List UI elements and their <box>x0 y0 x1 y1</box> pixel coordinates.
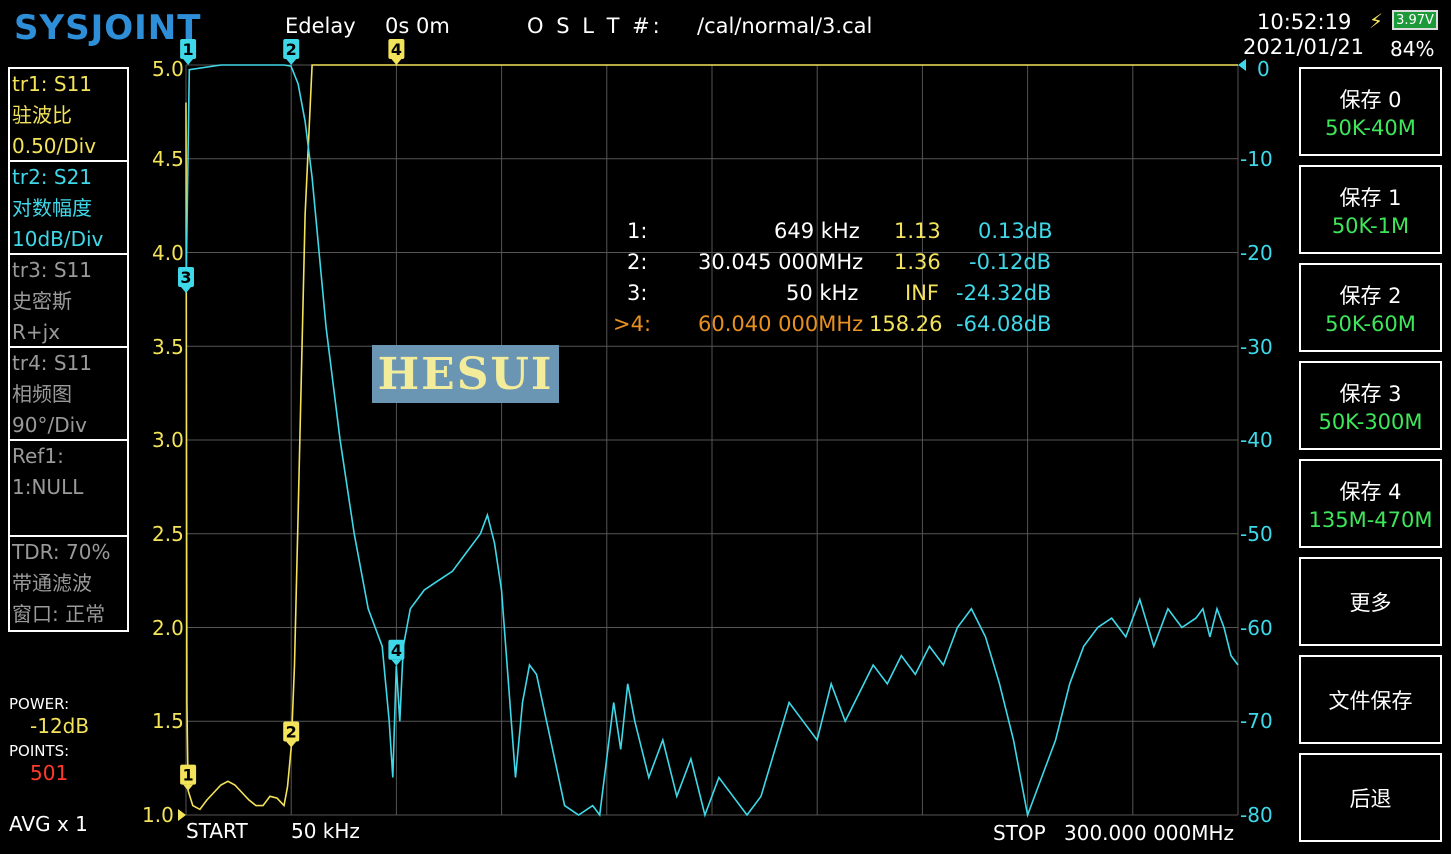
marker-flag-label: 1 <box>183 40 194 59</box>
start-value: 50 kHz <box>291 819 360 843</box>
save-0-button[interactable]: 保存 0 50K-40M <box>1299 67 1442 156</box>
marker1-db: 0.13dB <box>978 219 1053 243</box>
marker-flag-3: 3 <box>178 267 194 293</box>
save-4-button[interactable]: 保存 4 135M-470M <box>1299 459 1442 548</box>
save-3-button[interactable]: 保存 3 50K-300M <box>1299 361 1442 450</box>
marker-flag-label: 3 <box>180 268 191 287</box>
more-button[interactable]: 更多 <box>1299 557 1442 646</box>
marker-flag-label: 2 <box>286 723 297 742</box>
button-sublabel: 50K-60M <box>1325 311 1416 336</box>
marker1-vswr: 1.13 <box>894 219 941 243</box>
marker-flag-label: 1 <box>183 766 194 785</box>
marker-flag-tip <box>183 59 194 65</box>
marker3-id: 3: <box>627 281 648 305</box>
button-sublabel: 50K-300M <box>1318 409 1423 434</box>
marker2-id: 2: <box>627 250 648 274</box>
button-label: 文件保存 <box>1328 688 1413 713</box>
marker-flag-2: 2 <box>283 721 300 748</box>
marker-flag-label: 4 <box>391 641 402 660</box>
spectrum-plot[interactable]: 1 2 4 1 2 3 4 <box>0 0 1451 854</box>
marker3-freq: 50 kHz <box>786 281 859 305</box>
marker-flag-tip <box>181 287 191 293</box>
button-label: 更多 <box>1349 590 1392 615</box>
marker1-freq: 649 kHz <box>774 219 860 243</box>
marker4-id: >4: <box>613 312 652 336</box>
marker-flag-1: 1 <box>180 39 197 65</box>
marker-flag-tip <box>391 659 402 666</box>
button-sublabel: 135M-470M <box>1308 507 1433 532</box>
marker2-freq: 30.045 000MHz <box>698 250 864 274</box>
button-label: 保存 0 <box>1339 87 1402 112</box>
marker3-vswr: INF <box>905 281 939 305</box>
marker-flag-4: 4 <box>388 39 405 65</box>
marker-flag-2: 2 <box>283 39 300 65</box>
left-ref-arrow <box>178 809 186 821</box>
stop-value: 300.000 000MHz <box>1064 821 1235 845</box>
marker3-db: -24.32dB <box>956 281 1052 305</box>
marker-flag-tip <box>286 59 297 65</box>
button-label: 保存 1 <box>1339 185 1402 210</box>
button-label: 保存 2 <box>1339 283 1402 308</box>
marker4-db: -64.08dB <box>956 312 1052 336</box>
file-save-button[interactable]: 文件保存 <box>1299 655 1442 744</box>
save-2-button[interactable]: 保存 2 50K-60M <box>1299 263 1442 352</box>
marker2-db: -0.12dB <box>969 250 1052 274</box>
back-button[interactable]: 后退 <box>1299 753 1442 842</box>
stop-label: STOP <box>993 821 1046 845</box>
marker-flag-1: 1 <box>180 764 197 791</box>
marker4-freq: 60.040 000MHz <box>698 312 864 336</box>
marker2-vswr: 1.36 <box>894 250 941 274</box>
marker4-vswr: 158.26 <box>869 312 943 336</box>
marker-flag-label: 4 <box>391 40 402 59</box>
save-1-button[interactable]: 保存 1 50K-1M <box>1299 165 1442 254</box>
right-ref-arrow <box>1238 59 1246 71</box>
marker-flag-label: 2 <box>286 40 297 59</box>
button-label: 保存 4 <box>1339 479 1402 504</box>
button-label: 后退 <box>1349 786 1392 811</box>
button-sublabel: 50K-40M <box>1325 115 1416 140</box>
marker-flag-tip <box>183 784 194 791</box>
marker1-id: 1: <box>627 219 648 243</box>
marker-flag-tip <box>286 741 297 748</box>
marker-flag-tip <box>391 59 402 65</box>
button-label: 保存 3 <box>1339 381 1402 406</box>
start-label: START <box>186 819 248 843</box>
watermark: HESUI <box>372 345 559 403</box>
button-sublabel: 50K-1M <box>1331 213 1410 238</box>
plot-grid <box>185 64 1239 816</box>
